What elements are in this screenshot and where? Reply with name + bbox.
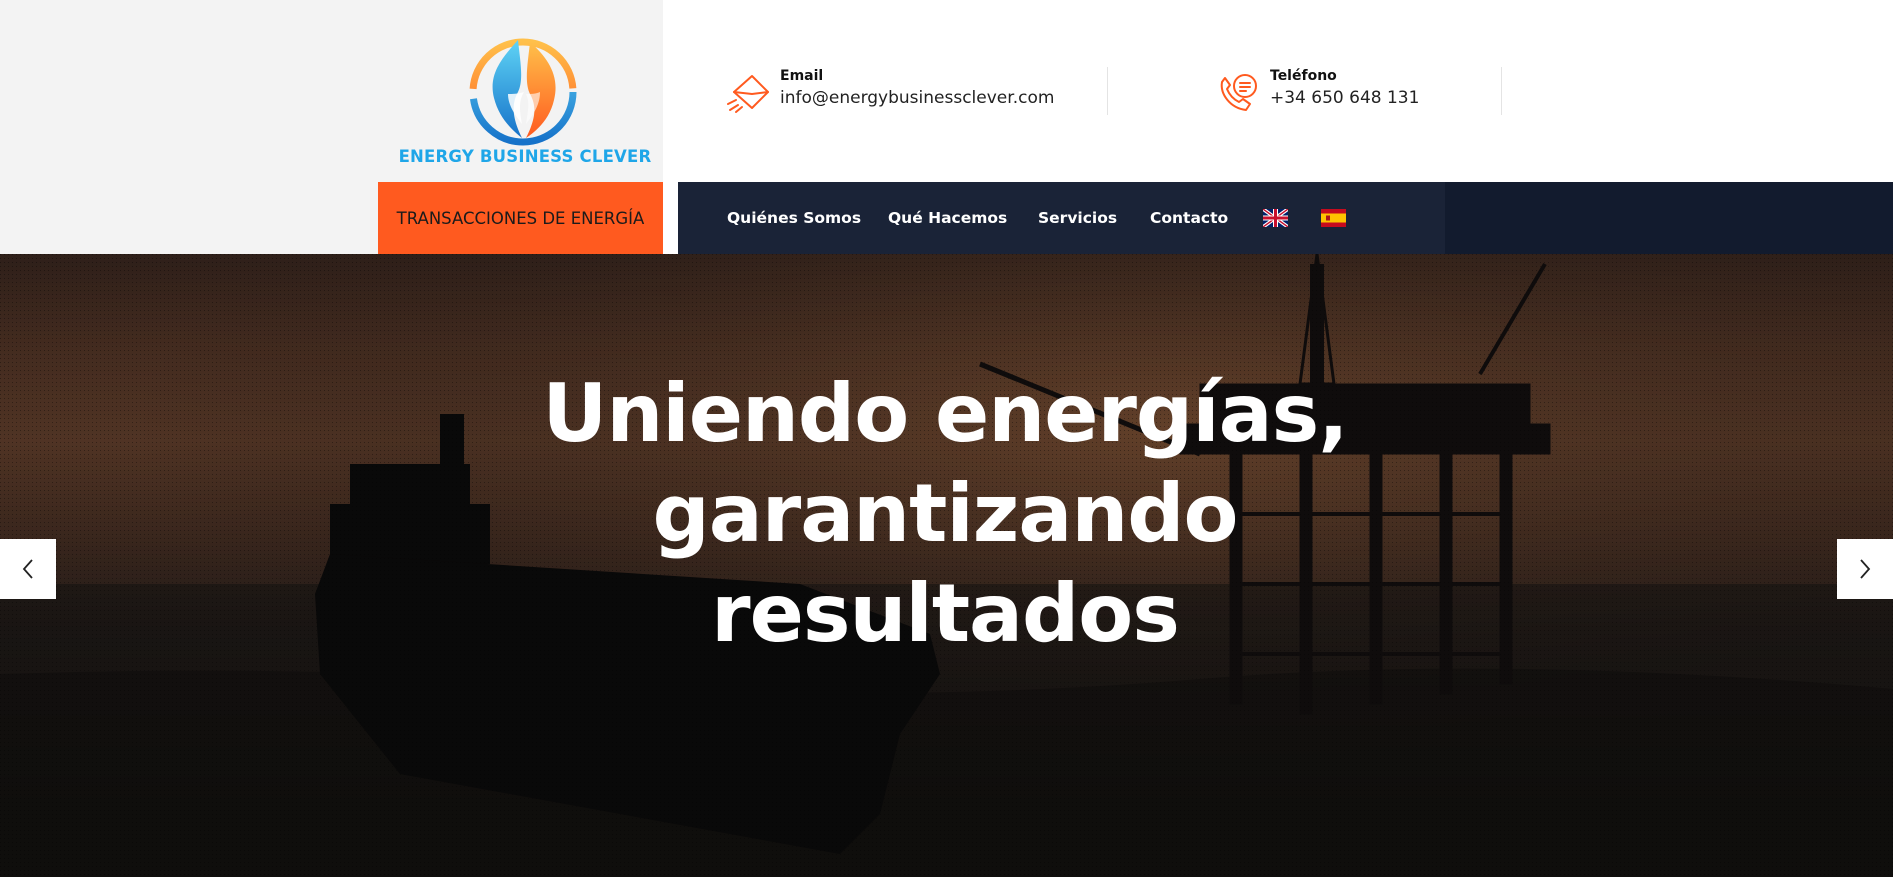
email-send-icon [727, 75, 769, 113]
site-logo[interactable]: ENERGY BUSINESS CLEVER [396, 34, 654, 170]
chevron-left-icon [22, 559, 33, 579]
english-flag-icon[interactable] [1263, 209, 1288, 227]
flame-water-logo-icon [469, 38, 577, 146]
spanish-flag-icon[interactable] [1321, 209, 1346, 227]
logo-wordmark: ENERGY BUSINESS CLEVER [398, 147, 652, 166]
phone-value[interactable]: +34 650 648 131 [1270, 88, 1419, 108]
chevron-right-icon [1860, 559, 1871, 579]
slider-next-button[interactable] [1837, 539, 1893, 599]
email-label: Email [780, 68, 824, 84]
hero-headline: Uniendo energías, garantizando resultado… [440, 364, 1450, 664]
nav-item-contacto[interactable]: Contacto [1150, 182, 1228, 254]
nav-item-quienes-somos[interactable]: Quiénes Somos [727, 182, 861, 254]
slider-prev-button[interactable] [0, 539, 56, 599]
nav-bar-end [1445, 182, 1893, 254]
nav-item-que-hacemos[interactable]: Qué Hacemos [888, 182, 1007, 254]
energy-transactions-button[interactable]: TRANSACCIONES DE ENERGÍA [378, 182, 663, 254]
contact-divider [1501, 67, 1502, 115]
phone-chat-icon [1220, 74, 1257, 111]
nav-item-servicios[interactable]: Servicios [1038, 182, 1117, 254]
hero-headline-line-3: resultados [711, 567, 1180, 660]
hero-headline-line-2: garantizando [652, 467, 1238, 560]
contact-divider [1107, 67, 1108, 115]
email-value[interactable]: info@energybusinessclever.com [780, 88, 1054, 108]
phone-label: Teléfono [1270, 68, 1337, 84]
hero-headline-line-1: Uniendo energías, [542, 367, 1348, 460]
hero-slider: Uniendo energías, garantizando resultado… [0, 254, 1893, 877]
